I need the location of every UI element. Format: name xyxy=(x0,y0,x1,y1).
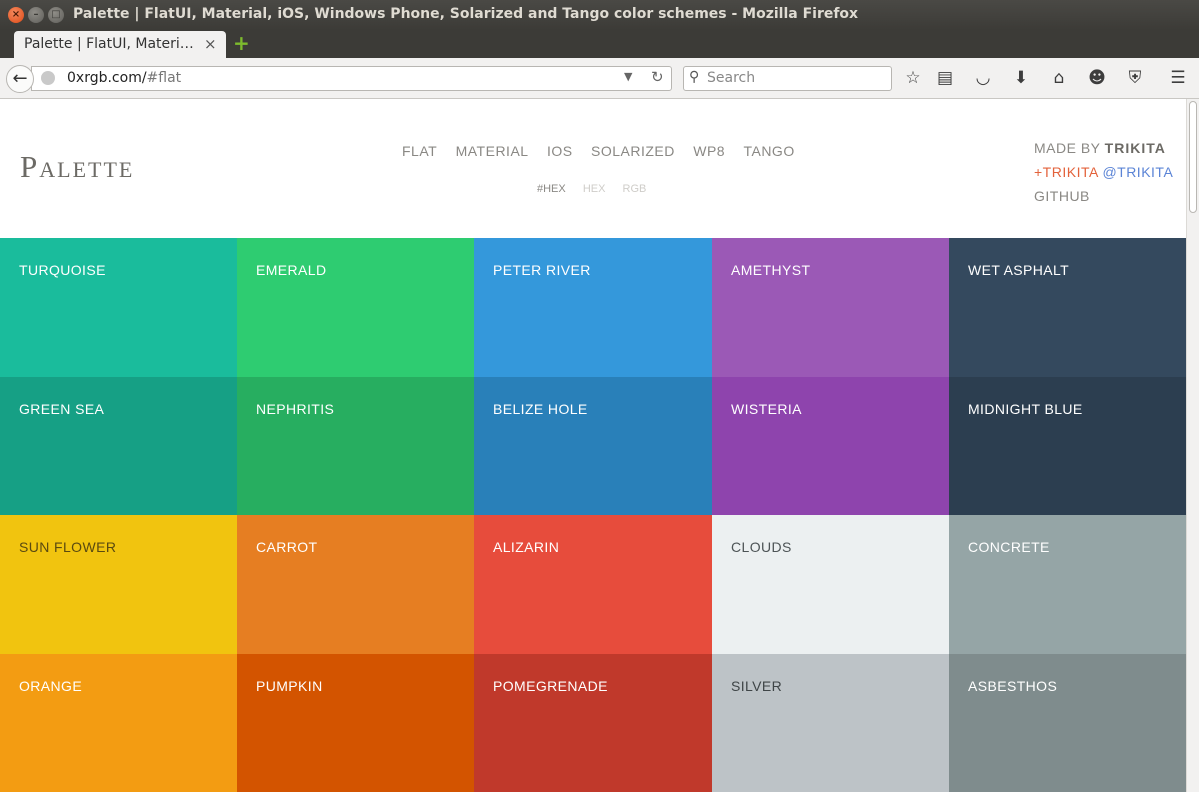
window-titlebar: × – □ Palette | FlatUI, Material, iOS, W… xyxy=(0,0,1199,30)
format-hex[interactable]: HEX xyxy=(583,183,606,195)
color-swatch-name: PETER RIVER xyxy=(493,262,591,278)
color-swatch[interactable]: ALIZARIN xyxy=(474,515,712,654)
nav-item-material[interactable]: MATERIAL xyxy=(456,143,529,159)
back-button[interactable]: ← xyxy=(6,65,34,93)
window-minimize-button[interactable]: – xyxy=(28,7,44,23)
color-swatch-name: EMERALD xyxy=(256,262,327,278)
page-content: Palette FLAT MATERIAL IOS SOLARIZED WP8 … xyxy=(0,99,1186,792)
search-input[interactable]: ⚲ Search xyxy=(683,66,892,91)
window-close-button[interactable]: × xyxy=(8,7,24,23)
chat-icon[interactable]: ☻ xyxy=(1087,68,1107,88)
format-switcher: #HEX HEX RGB xyxy=(537,183,660,195)
url-fragment: #flat xyxy=(146,70,182,86)
site-logo[interactable]: Palette xyxy=(20,149,134,185)
color-swatch[interactable]: POMEGRENADE xyxy=(474,654,712,792)
tab-label: Palette | FlatUI, Materi… xyxy=(24,36,194,52)
ublock-shield-icon[interactable]: ⛨ xyxy=(1125,68,1145,88)
new-tab-button[interactable]: + xyxy=(233,33,250,53)
reload-icon[interactable]: ↻ xyxy=(651,68,664,86)
gplus-link[interactable]: +TRIKITA xyxy=(1034,164,1098,180)
color-swatch[interactable]: PETER RIVER xyxy=(474,238,712,377)
color-swatch[interactable]: ORANGE xyxy=(0,654,237,792)
scrollbar-thumb[interactable] xyxy=(1189,101,1197,213)
color-swatch[interactable]: GREEN SEA xyxy=(0,377,237,515)
color-swatch[interactable]: CLOUDS xyxy=(712,515,949,654)
color-swatch-name: CLOUDS xyxy=(731,539,792,555)
color-swatch-name: SUN FLOWER xyxy=(19,539,117,555)
pocket-icon[interactable]: ◡ xyxy=(973,68,993,88)
search-icon: ⚲ xyxy=(689,69,700,85)
bookmark-star-icon[interactable]: ☆ xyxy=(903,68,923,88)
color-swatch-name: CONCRETE xyxy=(968,539,1050,555)
window-maximize-button[interactable]: □ xyxy=(48,7,64,23)
color-swatch-name: SILVER xyxy=(731,678,783,694)
made-by-name[interactable]: TRIKITA xyxy=(1105,140,1166,156)
color-swatch[interactable]: EMERALD xyxy=(237,238,474,377)
url-bar[interactable]: 0xrgb.com/#flat ▼ ↻ xyxy=(31,66,672,91)
color-swatch[interactable]: MIDNIGHT BLUE xyxy=(949,377,1186,515)
url-dropdown-icon[interactable]: ▼ xyxy=(624,70,632,83)
color-swatch-name: MIDNIGHT BLUE xyxy=(968,401,1083,417)
nav-item-wp8[interactable]: WP8 xyxy=(693,143,725,159)
nav-item-solarized[interactable]: SOLARIZED xyxy=(591,143,675,159)
navigation-toolbar: 0xrgb.com/#flat ▼ ↻ ← ⚲ Search ☆ ▤ ◡ ⬇ ⌂… xyxy=(0,58,1199,99)
nav-item-tango[interactable]: TANGO xyxy=(743,143,794,159)
color-swatch[interactable]: NEPHRITIS xyxy=(237,377,474,515)
reading-list-icon[interactable]: ▤ xyxy=(935,68,955,88)
format-rgb[interactable]: RGB xyxy=(623,183,647,195)
made-by-prefix: MADE BY xyxy=(1034,140,1101,156)
color-swatch-name: NEPHRITIS xyxy=(256,401,335,417)
color-swatch[interactable]: PUMPKIN xyxy=(237,654,474,792)
color-swatch-name: TURQUOISE xyxy=(19,262,106,278)
nav-item-ios[interactable]: IOS xyxy=(547,143,573,159)
github-link[interactable]: GITHUB xyxy=(1034,184,1173,208)
color-swatch[interactable]: SILVER xyxy=(712,654,949,792)
credits: MADE BY TRIKITA +TRIKITA @TRIKITA GITHUB xyxy=(1034,136,1173,208)
color-swatch[interactable]: CARROT xyxy=(237,515,474,654)
color-swatch[interactable]: SUN FLOWER xyxy=(0,515,237,654)
color-swatch-name: ALIZARIN xyxy=(493,539,560,555)
color-swatch[interactable]: TURQUOISE xyxy=(0,238,237,377)
color-swatch[interactable]: CONCRETE xyxy=(949,515,1186,654)
tab-close-icon[interactable]: × xyxy=(204,35,217,53)
tab-palette[interactable]: Palette | FlatUI, Materi… × xyxy=(14,31,226,59)
window-title: Palette | FlatUI, Material, iOS, Windows… xyxy=(73,6,859,22)
color-swatch-name: PUMPKIN xyxy=(256,678,323,694)
home-icon[interactable]: ⌂ xyxy=(1049,68,1069,88)
social-links: +TRIKITA @TRIKITA xyxy=(1034,160,1173,184)
color-swatch-name: ORANGE xyxy=(19,678,83,694)
vertical-scrollbar[interactable] xyxy=(1186,99,1199,792)
menu-hamburger-icon[interactable]: ☰ xyxy=(1168,68,1188,88)
color-swatch[interactable]: AMETHYST xyxy=(712,238,949,377)
back-arrow-icon: ← xyxy=(12,68,28,89)
format-hash-hex[interactable]: #HEX xyxy=(537,183,566,195)
palette-nav: FLAT MATERIAL IOS SOLARIZED WP8 TANGO xyxy=(395,143,802,159)
color-swatch-name: GREEN SEA xyxy=(19,401,105,417)
color-swatch-name: POMEGRENADE xyxy=(493,678,608,694)
made-by-line: MADE BY TRIKITA xyxy=(1034,136,1173,160)
downloads-icon[interactable]: ⬇ xyxy=(1011,68,1031,88)
color-swatch[interactable]: WET ASPHALT xyxy=(949,238,1186,377)
url-host: 0xrgb.com/ xyxy=(67,70,147,86)
color-swatch-name: WET ASPHALT xyxy=(968,262,1070,278)
site-identity-icon[interactable] xyxy=(41,71,55,85)
tab-strip: Palette | FlatUI, Materi… × + xyxy=(0,30,1199,59)
color-swatch-name: WISTERIA xyxy=(731,401,802,417)
color-swatch[interactable]: BELIZE HOLE xyxy=(474,377,712,515)
url-text[interactable]: 0xrgb.com/#flat xyxy=(67,70,181,86)
site-header: Palette FLAT MATERIAL IOS SOLARIZED WP8 … xyxy=(0,99,1186,238)
color-swatch-name: ASBESTHOS xyxy=(968,678,1058,694)
color-swatch[interactable]: WISTERIA xyxy=(712,377,949,515)
twitter-link[interactable]: @TRIKITA xyxy=(1102,164,1173,180)
search-placeholder: Search xyxy=(707,70,756,86)
color-swatch-name: CARROT xyxy=(256,539,318,555)
color-swatch[interactable]: ASBESTHOS xyxy=(949,654,1186,792)
color-swatch-name: BELIZE HOLE xyxy=(493,401,588,417)
color-swatch-name: AMETHYST xyxy=(731,262,811,278)
nav-item-flat[interactable]: FLAT xyxy=(402,143,437,159)
